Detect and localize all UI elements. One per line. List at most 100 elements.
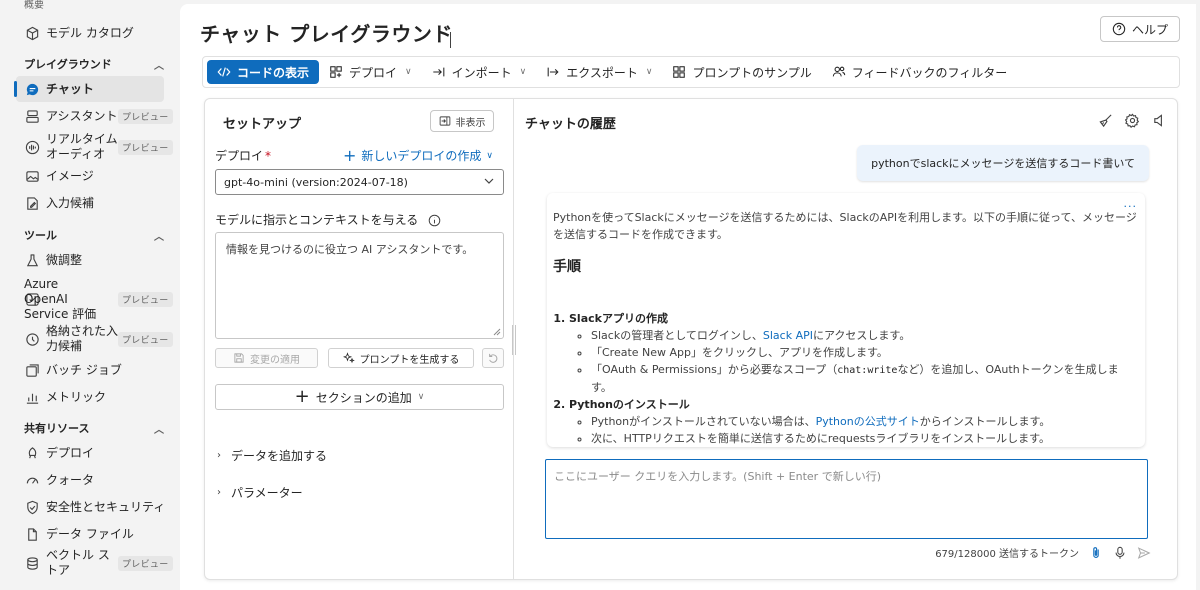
view-code-button[interactable]: コードの表示 [207, 60, 320, 84]
list-item: Slackアプリの作成 Slackの管理者としてログインし、Slack APIに… [569, 310, 1139, 396]
microphone-icon[interactable] [1113, 546, 1127, 560]
nav-item-metrics[interactable]: メトリック [0, 388, 176, 406]
plus-icon: + [343, 145, 357, 165]
preview-badge: プレビュー [118, 139, 173, 155]
stored-icon [24, 331, 40, 347]
chevron-up-icon: ︿ [154, 60, 164, 72]
nav-section-shared[interactable]: 共有リソース ︿ [24, 420, 164, 436]
chart-icon [24, 389, 40, 405]
generate-prompt-button[interactable]: プロンプトを生成する [328, 348, 474, 368]
code-icon [217, 65, 231, 79]
nav-item-images[interactable]: イメージ [0, 167, 176, 185]
nav-section-tools[interactable]: ツール ︿ [24, 227, 164, 243]
grid-icon [672, 65, 686, 79]
text-cursor [450, 32, 451, 48]
system-message-textarea[interactable]: 情報を見つけるのに役立つ AI アシスタントです。 [215, 232, 504, 339]
list-item: Pythonがインストールされていない場合は、Pythonの公式サイトからインス… [591, 413, 1139, 430]
slack-api-link[interactable]: Slack API [763, 329, 813, 342]
user-query-input[interactable]: ここにユーザー クエリを入力します。(Shift + Enter で新しい行) [545, 459, 1148, 539]
info-icon[interactable] [428, 214, 441, 227]
preview-badge: プレビュー [118, 108, 173, 124]
import-icon [432, 65, 446, 79]
nav-item-batch-jobs[interactable]: バッチ ジョブ [0, 361, 176, 379]
add-section-button[interactable]: + セクションの追加 ∨ [215, 384, 504, 410]
left-navigation: 概要 モデル カタログ プレイグラウンド ︿ チャット アシスタント プレビュー … [0, 0, 176, 590]
nav-item-safety-security[interactable]: 安全性とセキュリティ [0, 498, 176, 516]
page-title: チャット プレイグラウンド [200, 22, 453, 46]
chevron-down-icon: ∨ [645, 67, 653, 77]
parameters-accordion[interactable]: › パラメーター [217, 484, 303, 501]
file-icon [24, 526, 40, 542]
nav-item-vector-stores[interactable]: ベクトル ストア プレビュー [0, 546, 176, 580]
assistant-intro: Pythonを使ってSlackにメッセージを送信するためには、SlackのAPI… [553, 211, 1137, 241]
python-site-link[interactable]: Pythonの公式サイト [816, 415, 920, 428]
active-indicator [14, 81, 17, 97]
list-item: Slackの管理者としてログインし、Slack APIにアクセスします。 [591, 327, 1139, 344]
prompt-samples-button[interactable]: プロンプトのサンプル [662, 60, 821, 84]
add-data-accordion[interactable]: › データを追加する [217, 447, 327, 464]
question-icon [1112, 22, 1126, 36]
nav-item-deployments[interactable]: デプロイ [0, 444, 176, 462]
gear-icon[interactable] [1125, 113, 1140, 128]
undo-icon [487, 352, 499, 364]
resize-handle-icon[interactable] [493, 328, 501, 336]
speaker-icon[interactable] [1152, 113, 1167, 128]
broom-icon[interactable] [1098, 113, 1113, 128]
toolbar: コードの表示 デプロイ ∨ インポート ∨ エクスポート ∨ プロンプトのサンプル フ… [202, 56, 1180, 88]
preview-badge: プレビュー [118, 331, 173, 347]
help-button[interactable]: ヘルプ [1100, 16, 1180, 42]
vector-store-icon [24, 555, 40, 571]
deploy-icon [24, 445, 40, 461]
nav-item-evaluation[interactable]: Azure OpenAI Service 評価 プレビュー [0, 274, 176, 324]
create-new-deployment-link[interactable]: + 新しいデプロイの作成 ∨ [343, 147, 493, 164]
nav-item-model-catalog[interactable]: モデル カタログ [0, 24, 176, 42]
audio-wave-icon [24, 139, 40, 155]
list-item: 「Create New App」をクリックし、アプリを作成します。 [591, 344, 1139, 361]
hide-setup-button[interactable]: 非表示 [430, 110, 494, 132]
import-menu-button[interactable]: インポート ∨ [422, 60, 537, 84]
more-options-icon[interactable]: ... [1124, 195, 1138, 212]
send-icon[interactable] [1137, 546, 1151, 560]
assistant-heading: 手順 [553, 259, 581, 275]
nav-item-data-files[interactable]: データ ファイル [0, 525, 176, 543]
apply-changes-button[interactable]: 変更の適用 [215, 348, 318, 368]
assistant-message: ... Pythonを使ってSlackにメッセージを送信するためには、Slack… [547, 193, 1145, 447]
sparkle-icon [342, 352, 355, 364]
token-status-row: 679/128000 送信するトークン [935, 545, 1151, 560]
collapse-pane-icon [439, 115, 451, 127]
inline-code: chat:write [837, 365, 898, 376]
list-item: Pythonのインストール Pythonがインストールされていない場合は、Pyt… [569, 396, 1139, 447]
save-icon [233, 352, 245, 364]
deploy-menu-button[interactable]: デプロイ ∨ [319, 60, 422, 84]
nav-item-realtime-audio[interactable]: リアルタイム オーディオ プレビュー [0, 130, 176, 164]
chevron-up-icon: ︿ [154, 424, 164, 436]
chat-pane: チャットの履歴 pythonでslackにメッセージを送信するコード書いて ..… [515, 99, 1177, 579]
grid-plus-icon [329, 65, 343, 79]
playground-panel: セットアップ 非表示 デプロイ * + 新しいデプロイの作成 ∨ gpt-4o-m… [204, 98, 1178, 580]
chevron-down-icon: ∨ [519, 67, 527, 77]
chevron-right-icon: › [217, 487, 221, 498]
nav-item-quota[interactable]: クォータ [0, 471, 176, 489]
chevron-right-icon: › [217, 450, 221, 461]
chevron-down-icon: ∨ [417, 392, 425, 402]
feedback-filter-button[interactable]: フィードバックのフィルター [822, 60, 1018, 84]
nav-item-fine-tuning[interactable]: 微調整 [0, 251, 176, 269]
list-item: 「OAuth & Permissions」から必要なスコープ（chat:writ… [591, 361, 1139, 396]
deployment-select[interactable]: gpt-4o-mini (version:2024-07-18) [215, 169, 504, 195]
people-feedback-icon [832, 65, 846, 79]
nav-item-chat[interactable]: チャット [14, 76, 164, 102]
nav-section-playground[interactable]: プレイグラウンド ︿ [24, 56, 164, 72]
cube-icon [24, 25, 40, 41]
list-item: 次に、HTTPリクエストを簡単に送信するためにrequestsライブラリをインス… [591, 430, 1139, 447]
nav-item-completions[interactable]: 入力候補 [0, 194, 176, 212]
setup-title: セットアップ [223, 117, 302, 132]
steps-list: Slackアプリの作成 Slackの管理者としてログインし、Slack APIに… [569, 310, 1139, 447]
reset-button[interactable] [482, 348, 504, 368]
paperclip-icon[interactable] [1089, 546, 1103, 560]
export-menu-button[interactable]: エクスポート ∨ [536, 60, 662, 84]
nav-clipped-item[interactable]: 概要 [24, 0, 44, 11]
nav-item-stored-completions[interactable]: 格納された入 力候補 プレビュー [0, 322, 176, 356]
setup-pane: セットアップ 非表示 デプロイ * + 新しいデプロイの作成 ∨ gpt-4o-m… [205, 99, 514, 579]
shield-icon [24, 499, 40, 515]
nav-item-assistants[interactable]: アシスタント プレビュー [0, 107, 176, 125]
